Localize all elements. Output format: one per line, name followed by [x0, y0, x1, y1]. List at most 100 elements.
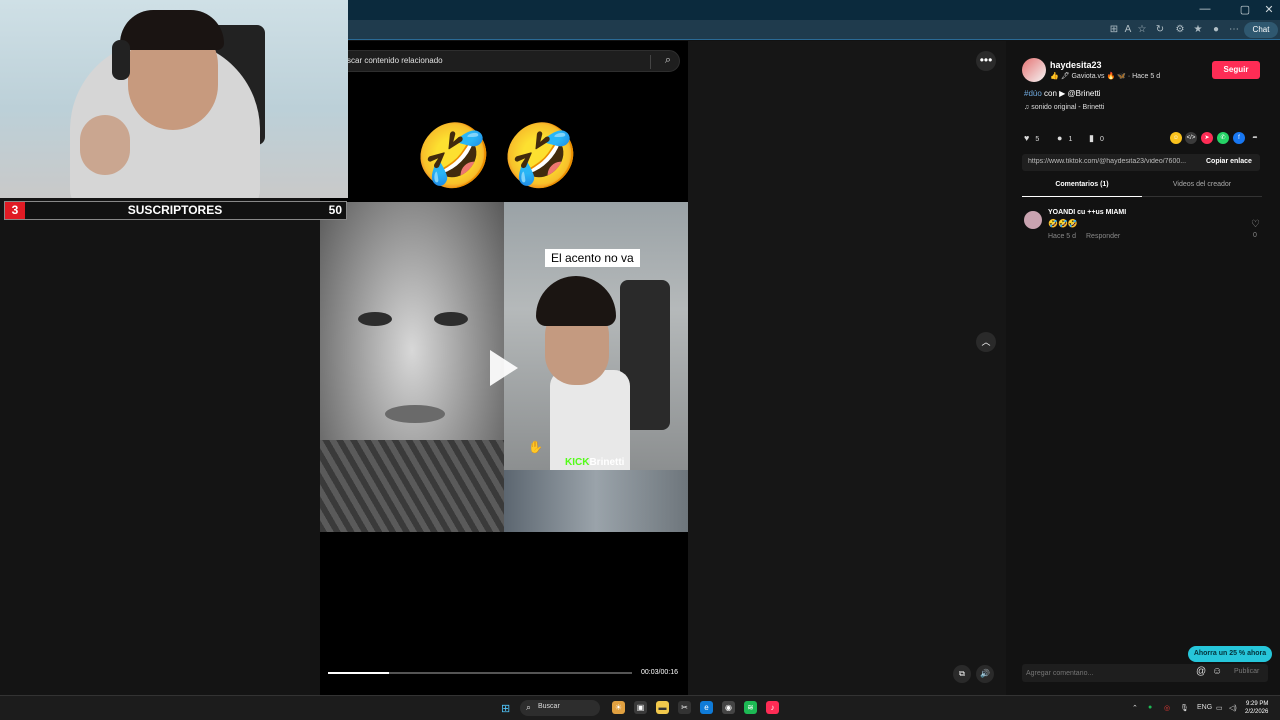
mention-icon[interactable]: @ [1196, 666, 1206, 677]
comment-text: 🤣🤣🤣 [1048, 219, 1078, 228]
tray-overflow-icon[interactable]: ⌃ [1132, 704, 1138, 712]
tiktok-icon[interactable]: ♪ [766, 701, 779, 714]
extensions-icon[interactable]: ⚙ [1174, 24, 1186, 36]
like-stat[interactable]: ♥ 5 [1024, 133, 1039, 143]
favorite-star-icon[interactable]: ☆ [1136, 24, 1148, 36]
share-arrow-icon[interactable]: ➦ [1249, 132, 1261, 144]
search-icon[interactable]: ⌕ [665, 54, 671, 67]
widgets-icon[interactable]: ☀ [612, 701, 625, 714]
commenter-avatar[interactable] [1024, 211, 1042, 229]
capcut-icon[interactable]: ✂ [678, 701, 691, 714]
windows-start-icon[interactable]: ⊞ [501, 702, 510, 715]
duo-hashtag[interactable]: #dúo [1024, 89, 1042, 98]
previous-video-button[interactable]: ︿ [976, 332, 996, 352]
comment-bar: @ ☺ Publicar [1022, 664, 1268, 682]
creator-display-name: 👍 🖋 Gaviota.vs 🔥 🦋 · Hace 5 d [1050, 73, 1161, 80]
spotify-icon[interactable]: ≋ [744, 701, 757, 714]
comment-input[interactable] [1026, 666, 1186, 680]
post-link-text: https://www.tiktok.com/@haydesita23/vide… [1028, 158, 1187, 165]
translate-icon[interactable]: A [1122, 24, 1134, 36]
clock-time: 9:29 PM [1246, 701, 1269, 707]
facebook-icon[interactable]: f [1233, 132, 1245, 144]
file-explorer-icon[interactable]: ▬ [656, 701, 669, 714]
volume-icon[interactable]: 🔊 [976, 665, 994, 683]
creator-avatar[interactable] [1022, 58, 1046, 82]
search-divider [650, 55, 651, 69]
copy-link-button[interactable]: Copiar enlace [1206, 158, 1252, 165]
tray-mic-icon[interactable]: 🎙 [1180, 704, 1189, 712]
video-emoji-overlay: 🤣🤣 [415, 122, 590, 191]
language-indicator[interactable]: ENG [1197, 704, 1212, 711]
close-window-button[interactable]: ✕ [1260, 3, 1278, 16]
minimize-button[interactable]: — [1196, 3, 1214, 15]
taskbar-search[interactable]: ⌕ Buscar [520, 700, 600, 716]
music-credit[interactable]: ♫ sonido original - Brinetti [1024, 104, 1104, 111]
subscriber-goal-bar: 3 SUSCRIPTORES 50 [4, 201, 347, 220]
tray-app-icon[interactable]: ◎ [1164, 704, 1170, 712]
taskbar-search-label: Buscar [538, 703, 560, 710]
face-eyes [350, 312, 480, 332]
scarf-texture [320, 440, 504, 532]
creator-username[interactable]: haydesita23 [1050, 60, 1102, 70]
publish-button[interactable]: Publicar [1234, 668, 1259, 675]
webcam-overlay [0, 0, 348, 198]
clock-date: 2/2/2026 [1245, 709, 1269, 715]
whatsapp-icon[interactable]: ✆ [1217, 132, 1229, 144]
volume-tray-icon[interactable]: ◁) [1229, 704, 1237, 712]
embed-icon[interactable]: </> [1185, 132, 1197, 144]
picture-in-picture-icon[interactable]: ⧉ [953, 665, 971, 683]
more-options-button[interactable]: ••• [976, 51, 996, 71]
taskbar-search-icon: ⌕ [526, 702, 532, 712]
comment-stat[interactable]: ● 1 [1057, 133, 1072, 143]
emoji-picker-icon[interactable]: ☺ [1212, 666, 1222, 677]
more-menu-icon[interactable]: ⋯ [1228, 24, 1240, 36]
tab-comments[interactable]: Comentarios (1) [1022, 181, 1142, 197]
heart-icon[interactable]: ♥ [1024, 133, 1029, 143]
headphone-icon [112, 40, 130, 80]
maximize-button[interactable]: ▢ [1236, 3, 1254, 16]
share-send-icon[interactable]: ➤ [1201, 132, 1213, 144]
tank-top [550, 370, 630, 470]
kick-logo-text: KICK [565, 457, 590, 468]
commenter-username[interactable]: YOANDI cu ++us MIAMI [1048, 209, 1126, 216]
reply-button[interactable]: Responder [1086, 233, 1120, 240]
like-count: 5 [1035, 136, 1040, 143]
comment-bubble-icon[interactable]: ● [1057, 133, 1062, 143]
edge-browser-icon[interactable]: e [700, 701, 713, 714]
bookmark-icon[interactable]: ▮ [1089, 133, 1094, 143]
save-stat[interactable]: ▮ 0 [1089, 133, 1104, 144]
blurred-region [504, 470, 688, 532]
search-placeholder: scar contenido relacionado [347, 56, 443, 65]
chrome-icon[interactable]: ◉ [722, 701, 735, 714]
profile-avatar-icon[interactable]: ● [1210, 24, 1222, 36]
post-description: #dúo con ▶ @Brinetti [1024, 89, 1101, 98]
video-progress-bar[interactable] [328, 672, 632, 674]
webcam-hand [80, 115, 130, 175]
chat-button[interactable]: Chat [1244, 22, 1278, 38]
comment-like-count: 0 [1253, 232, 1257, 239]
duo-text: con [1044, 89, 1057, 98]
tray-spotify-icon[interactable]: ● [1148, 704, 1152, 711]
kick-username: Brinetti [589, 457, 625, 468]
share-friends-icon[interactable]: ☺ [1170, 132, 1182, 144]
kick-watermark: KICKBrinetti [565, 457, 624, 468]
network-icon[interactable]: ▭ [1216, 704, 1223, 712]
video-side-area [688, 41, 1006, 695]
apps-icon[interactable]: ⊞ [1108, 24, 1120, 36]
follow-button[interactable]: Seguir [1212, 61, 1260, 79]
task-view-icon[interactable]: ▣ [634, 701, 647, 714]
favorites-icon[interactable]: ★ [1192, 24, 1204, 36]
promo-banner[interactable]: Ahorra un 25 % ahora [1188, 646, 1272, 662]
comment-like-heart-icon[interactable]: ♡ [1251, 219, 1260, 230]
video-timecode: 00:03/00:16 [641, 669, 678, 676]
refresh-icon[interactable]: ↻ [1154, 24, 1166, 36]
tab-creator-videos[interactable]: Videos del creador [1142, 181, 1262, 197]
taskbar-clock[interactable]: 9:29 PM 2/2/2026 [1245, 700, 1268, 716]
duo-user-link[interactable]: ▶ @Brinetti [1059, 89, 1100, 98]
related-search-bar[interactable]: scar contenido relacionado ⌕ [336, 50, 680, 72]
video-progress-fill [328, 672, 389, 674]
webcam-hair [120, 10, 224, 50]
save-count: 0 [1099, 136, 1104, 143]
comment-time: Hace 5 d [1048, 233, 1077, 240]
play-icon[interactable] [490, 350, 518, 386]
